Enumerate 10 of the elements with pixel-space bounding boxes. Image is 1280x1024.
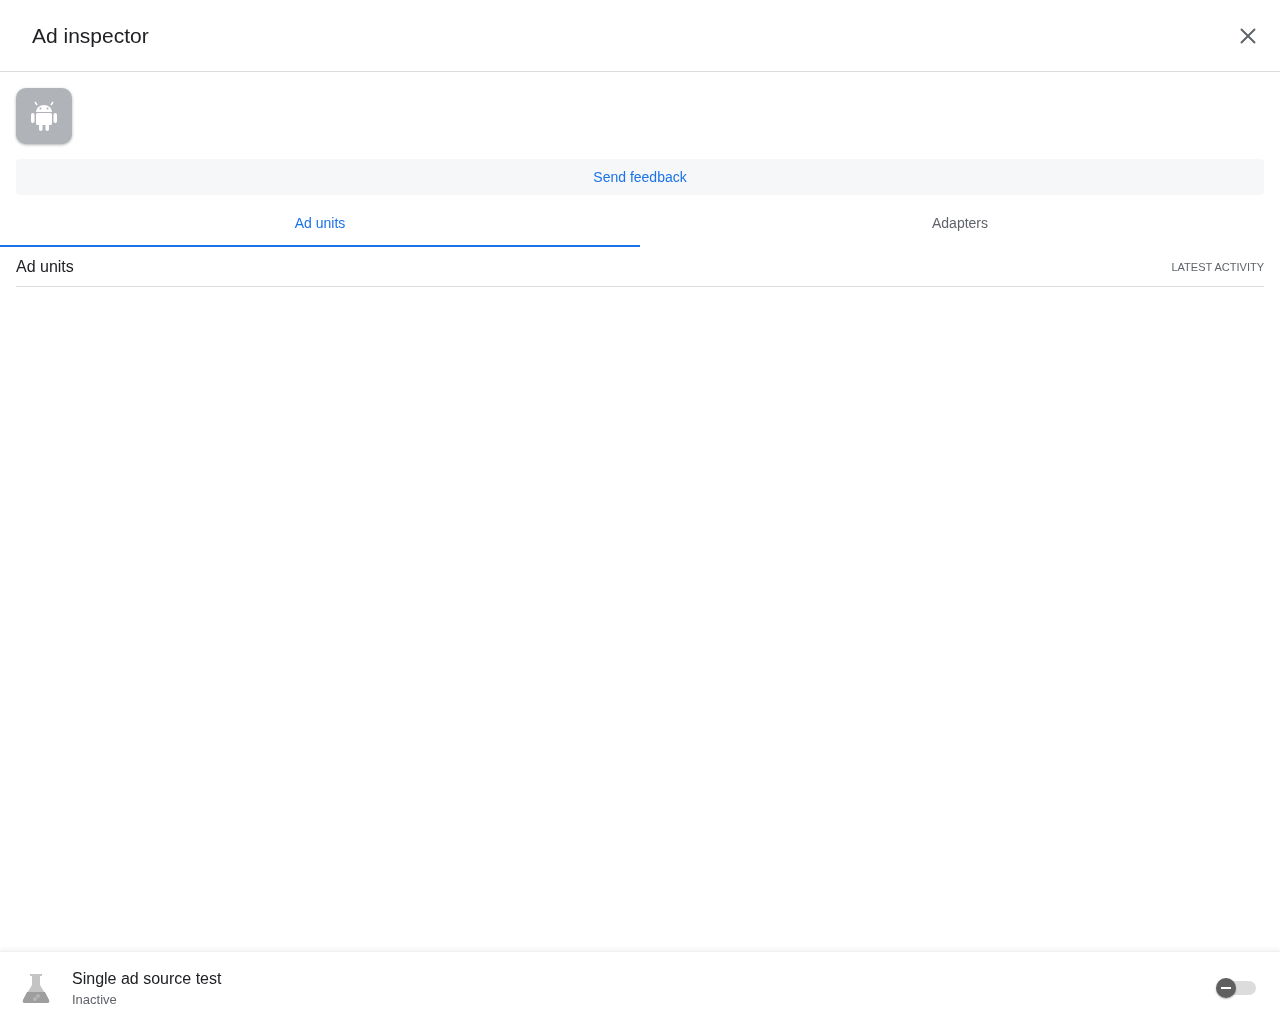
app-icon xyxy=(16,88,72,144)
latest-activity-link[interactable]: LATEST ACTIVITY xyxy=(1171,260,1264,273)
flask-icon xyxy=(20,972,52,1004)
send-feedback-button[interactable]: Send feedback xyxy=(16,159,1264,195)
tab[interactable]: Adapters xyxy=(640,201,1280,247)
tab[interactable]: Ad units xyxy=(0,201,640,247)
feature-title: Single ad source test xyxy=(72,969,223,988)
window-title: Ad inspector xyxy=(32,23,149,48)
section-title: Ad units xyxy=(16,257,74,276)
status-text: Inactive xyxy=(72,991,118,1007)
